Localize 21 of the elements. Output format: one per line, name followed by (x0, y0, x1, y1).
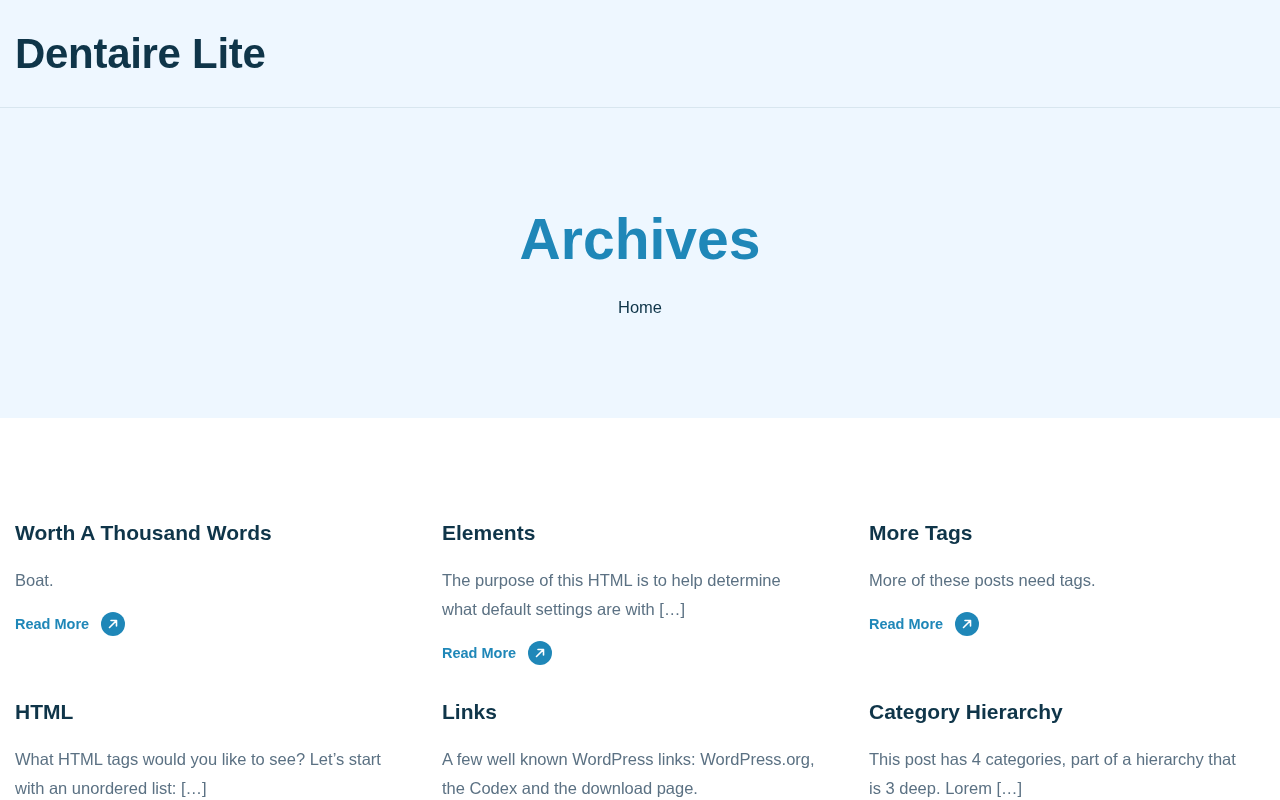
post-excerpt: A few well known WordPress links: WordPress.org, the Codex and the download page. (442, 749, 816, 799)
arrow-up-right-icon (955, 612, 980, 636)
post-title-link[interactable]: Category Hierarchy (869, 697, 1063, 727)
arrow-up-right-icon (101, 612, 126, 636)
post-excerpt: The purpose of this HTML is to help determine what default settings are with […] (442, 570, 782, 620)
read-more-link[interactable]: Read More (15, 612, 126, 636)
post-excerpt: Boat. (15, 570, 54, 591)
page-title: Archives (519, 206, 761, 273)
post-excerpt: This post has 4 categories, part of a hierarchy that is 3 deep. Lorem […] (869, 749, 1237, 799)
post-excerpt: More of these posts need tags. (869, 570, 1096, 591)
post-title-link[interactable]: More Tags (869, 518, 973, 548)
read-more-link[interactable]: Read More (442, 641, 553, 665)
post-title-link[interactable]: Worth A Thousand Words (15, 518, 272, 548)
post-title-link[interactable]: Links (442, 697, 497, 727)
breadcrumb-link[interactable]: Home (618, 295, 662, 319)
read-more-link[interactable]: Read More (869, 612, 980, 636)
site-title-link[interactable]: Dentaire Lite (15, 29, 266, 78)
post-title-link[interactable]: HTML (15, 697, 74, 727)
post-title-link[interactable]: Elements (442, 518, 536, 548)
post-excerpt: What HTML tags would you like to see? Let’s start with an unordered list: […] (15, 749, 382, 799)
arrow-up-right-icon (528, 641, 553, 665)
